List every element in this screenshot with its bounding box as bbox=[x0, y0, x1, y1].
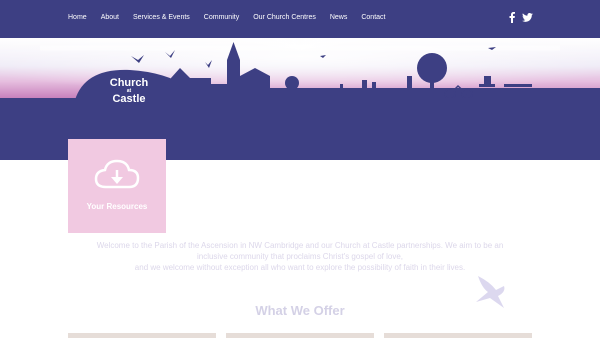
social-links bbox=[509, 12, 533, 23]
offer-card-2[interactable] bbox=[226, 333, 374, 338]
welcome-line-1: Welcome to the Parish of the Ascension i… bbox=[96, 241, 504, 250]
offer-card-1[interactable] bbox=[68, 333, 216, 338]
nav-church-centres[interactable]: Our Church Centres bbox=[253, 14, 316, 21]
offer-card-3[interactable] bbox=[384, 333, 532, 338]
nav-home[interactable]: Home bbox=[68, 14, 87, 21]
cloud-download-icon bbox=[94, 159, 140, 189]
what-we-offer-heading: What We Offer bbox=[255, 303, 345, 318]
nav-contact[interactable]: Contact bbox=[361, 14, 385, 21]
twitter-icon[interactable] bbox=[522, 13, 533, 22]
nav-services-events[interactable]: Services & Events bbox=[133, 14, 190, 21]
church-at-castle-logo[interactable]: Church at Castle bbox=[98, 78, 160, 105]
top-navigation-bar: Home About Services & Events Community O… bbox=[0, 0, 600, 38]
welcome-line-2: inclusive community that proclaims Chris… bbox=[196, 252, 404, 261]
facebook-icon[interactable] bbox=[509, 12, 515, 23]
your-resources-tile[interactable]: Your Resources bbox=[68, 139, 166, 233]
welcome-text: Welcome to the Parish of the Ascension i… bbox=[80, 240, 520, 273]
welcome-line-3: and we welcome without exception all who… bbox=[134, 263, 466, 272]
nav-community[interactable]: Community bbox=[204, 14, 239, 21]
nav-news[interactable]: News bbox=[330, 14, 348, 21]
logo-line-3: Castle bbox=[112, 93, 146, 105]
nav-about[interactable]: About bbox=[101, 14, 119, 21]
main-nav: Home About Services & Events Community O… bbox=[68, 14, 399, 21]
your-resources-label: Your Resources bbox=[86, 202, 148, 211]
